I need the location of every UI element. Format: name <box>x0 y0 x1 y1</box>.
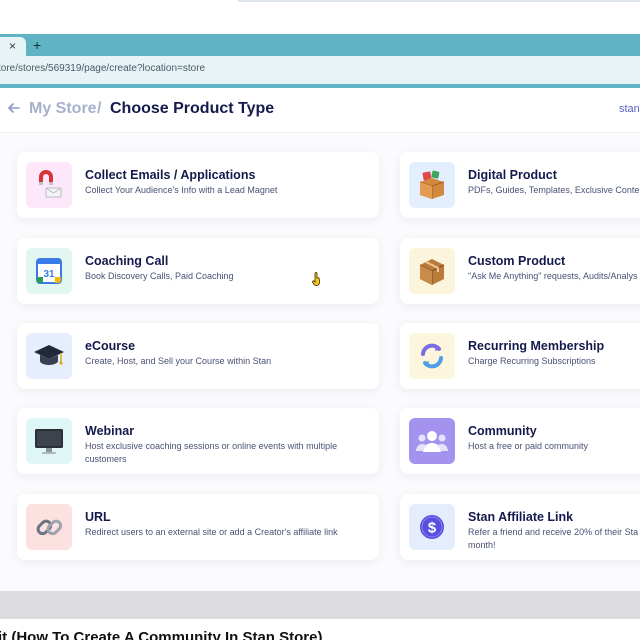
page-title: Choose Product Type <box>110 100 275 117</box>
product-card-coaching-call[interactable]: 31 Coaching Call Book Discovery Calls, P… <box>17 238 379 304</box>
hand-cursor-icon <box>312 272 320 286</box>
browser-tab[interactable]: × <box>0 37 26 56</box>
page-header: My Store / Choose Product Type stan <box>0 88 640 133</box>
caption-strip: it (How To Create A Community In Stan St… <box>0 619 640 640</box>
breadcrumb-my-store[interactable]: My Store <box>29 100 97 118</box>
product-description: Redirect users to an external site or ad… <box>85 527 338 537</box>
product-card-ecourse[interactable]: eCourse Create, Host, and Sell your Cour… <box>17 323 379 389</box>
product-description: PDFs, Guides, Templates, Exclusive Conte <box>468 185 640 195</box>
recurring-arrows-icon <box>421 343 443 369</box>
product-title: Community <box>468 424 537 438</box>
product-card-digital-product[interactable]: Digital Product PDFs, Guides, Templates,… <box>400 152 640 218</box>
product-title: Collect Emails / Applications <box>85 168 256 182</box>
address-bar[interactable]: tore/stores/569319/page/create?location=… <box>0 56 640 85</box>
product-title: Digital Product <box>468 168 557 182</box>
video-bottom-bar <box>0 591 640 619</box>
product-title: Recurring Membership <box>468 339 605 353</box>
svg-text:$: $ <box>428 520 437 537</box>
product-title: Coaching Call <box>85 254 169 268</box>
link-icon <box>36 519 63 536</box>
gift-box-icon <box>419 170 445 199</box>
tab-close-icon[interactable]: × <box>9 39 16 53</box>
product-description: Book Discovery Calls, Paid Coaching <box>85 271 234 281</box>
custom-product-thumb <box>409 248 455 294</box>
collect-emails-thumb <box>26 162 72 208</box>
product-title: eCourse <box>85 339 136 353</box>
user-menu-link[interactable]: stan <box>619 103 640 115</box>
magnet-icon <box>39 170 62 198</box>
ecourse-thumb <box>26 333 72 379</box>
svg-text:31: 31 <box>43 269 55 280</box>
url-thumb <box>26 504 72 550</box>
product-description: Host a free or paid community <box>468 441 589 451</box>
monitor-icon <box>35 429 63 454</box>
product-title: Webinar <box>85 424 135 438</box>
product-title: Custom Product <box>468 254 566 268</box>
recurring-membership-thumb <box>409 333 455 379</box>
product-title: Stan Affiliate Link <box>468 510 574 524</box>
product-card-custom-product[interactable]: Custom Product "Ask Me Anything" request… <box>400 238 640 304</box>
product-description: Charge Recurring Subscriptions <box>468 356 596 366</box>
browser-tab-bar: × + <box>0 34 640 56</box>
calendar-icon: 31 <box>36 258 62 284</box>
product-card-webinar[interactable]: Webinar Host exclusive coaching sessions… <box>17 408 379 474</box>
community-thumb <box>409 418 455 464</box>
back-arrow-icon[interactable] <box>6 100 22 116</box>
dollar-coin-icon: $ <box>420 515 444 539</box>
product-description: Create, Host, and Sell your Course withi… <box>85 356 272 366</box>
stan-affiliate-thumb: $ <box>409 504 455 550</box>
product-description: Collect Your Audience's Info with a Lead… <box>85 185 278 195</box>
product-card-recurring-membership[interactable]: Recurring Membership Charge Recurring Su… <box>400 323 640 389</box>
video-caption: it (How To Create A Community In Stan St… <box>0 629 323 640</box>
webinar-thumb <box>26 418 72 464</box>
product-description: "Ask Me Anything" requests, Audits/Analy… <box>468 271 638 281</box>
product-title: URL <box>85 510 111 524</box>
product-description: Host exclusive coaching sessions or onli… <box>85 441 338 464</box>
product-card-url[interactable]: URL Redirect users to an external site o… <box>17 494 379 560</box>
address-url[interactable]: tore/stores/569319/page/create?location=… <box>0 63 205 74</box>
product-card-stan-affiliate-link[interactable]: $ Stan Affiliate Link Refer a friend and… <box>400 494 640 560</box>
digital-product-thumb <box>409 162 455 208</box>
coaching-call-thumb: 31 <box>26 248 72 294</box>
product-card-community[interactable]: Community Host a free or paid community <box>400 408 640 474</box>
graduation-cap-icon <box>34 345 64 365</box>
package-icon <box>419 259 445 285</box>
breadcrumb-separator: / <box>97 100 102 117</box>
product-card-collect-emails[interactable]: Collect Emails / Applications Collect Yo… <box>17 152 379 218</box>
community-icon <box>416 431 448 452</box>
product-description: Refer a friend and receive 20% of their … <box>468 527 639 550</box>
new-tab-button[interactable]: + <box>33 37 41 53</box>
screen-top-strip <box>0 0 640 34</box>
window-edge <box>238 0 640 2</box>
